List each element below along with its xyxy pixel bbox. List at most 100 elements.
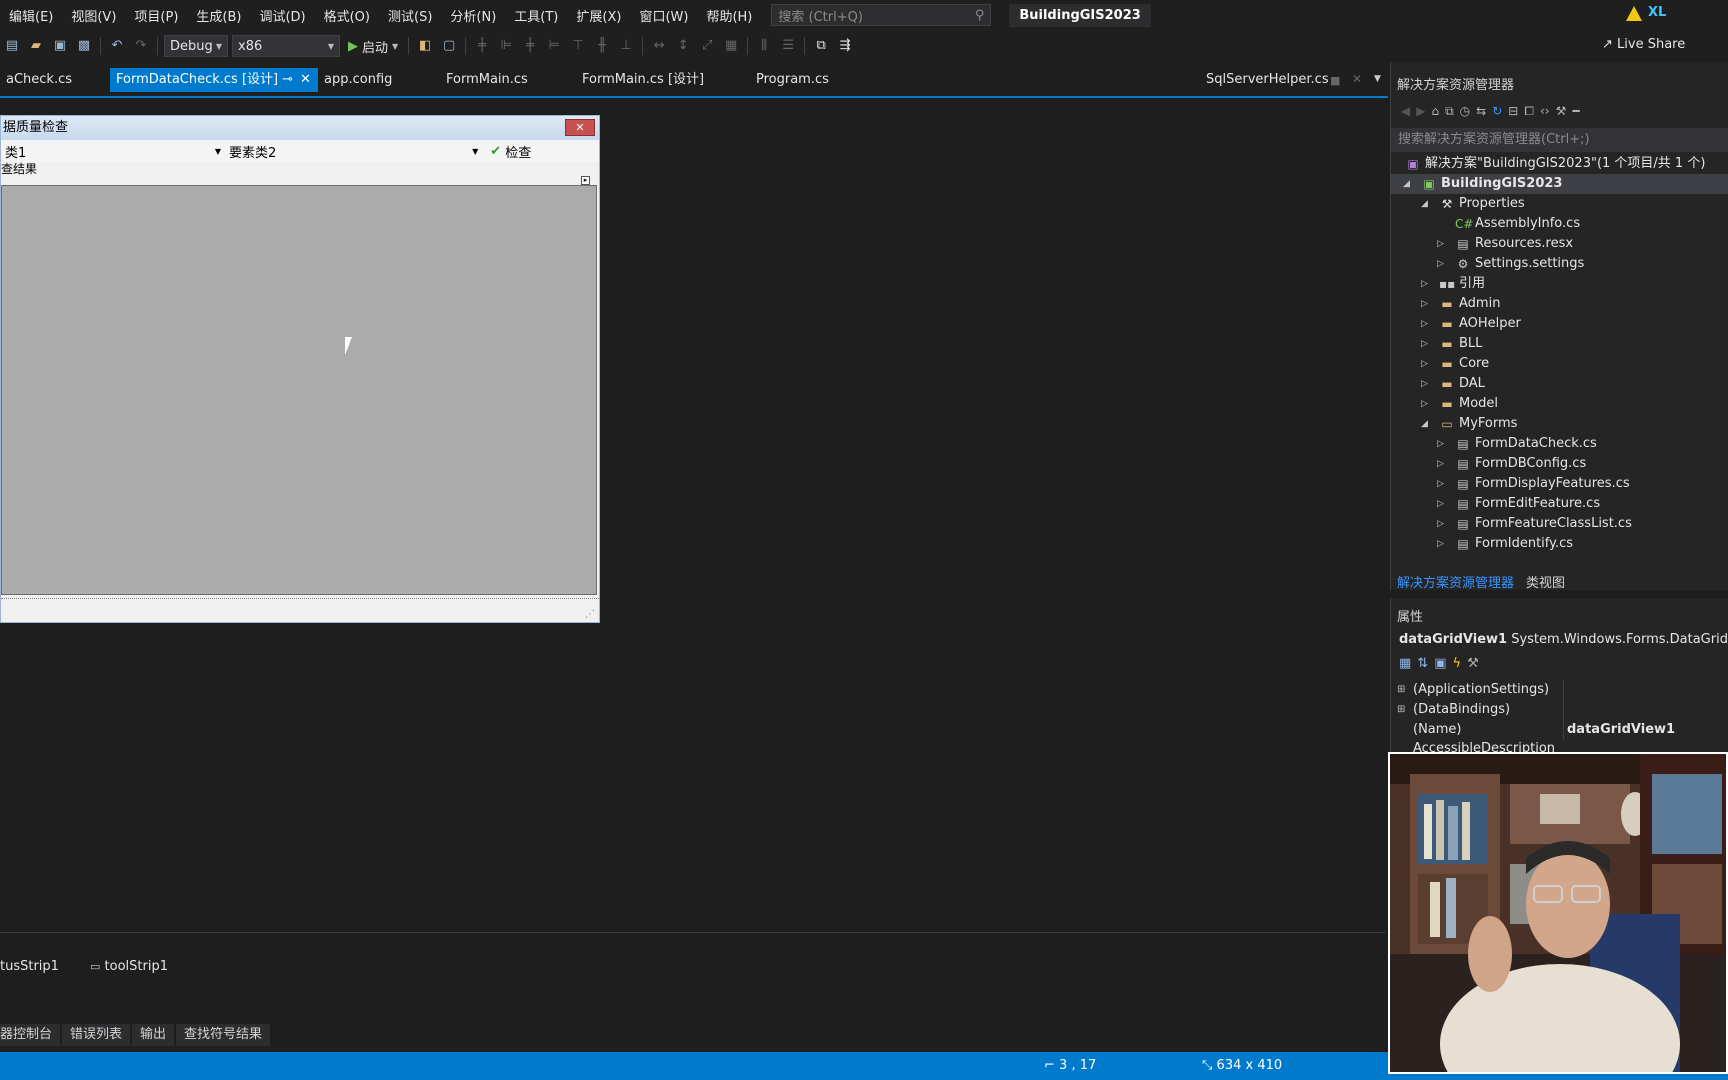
warning-icon[interactable] xyxy=(1626,6,1642,21)
property-row[interactable]: (Name) dataGridView1 xyxy=(1391,720,1728,740)
horizontal-spacing-icon[interactable]: ⫼ xyxy=(756,39,772,53)
tree-formeditfeature[interactable]: ▷ ▤ FormEditFeature.cs xyxy=(1437,494,1600,514)
check-button[interactable]: 检查 xyxy=(505,142,531,161)
menu-edit[interactable]: 编辑(E) xyxy=(0,6,62,25)
expand-icon[interactable]: ▷ xyxy=(1421,334,1433,354)
tab-formmain-cs[interactable]: FormMain.cs xyxy=(440,68,534,92)
expand-icon[interactable]: ▷ xyxy=(1421,394,1433,414)
expand-icon[interactable]: ▷ xyxy=(1437,434,1449,454)
tree-resources[interactable]: ▷ ▤ Resources.resx xyxy=(1437,234,1573,254)
menu-extensions[interactable]: 扩展(X) xyxy=(567,6,630,25)
properties-wrench-icon[interactable]: ⚒ xyxy=(1556,104,1567,118)
smart-tag-icon[interactable]: ▸ xyxy=(581,176,590,185)
switch-views-icon[interactable]: ⧉ xyxy=(1445,104,1454,119)
tree-formdbconfig[interactable]: ▷ ▤ FormDBConfig.cs xyxy=(1437,454,1586,474)
open-folder-icon[interactable]: ▰ xyxy=(28,39,44,53)
search-input[interactable]: 搜索 (Ctrl+Q) ⚲ xyxy=(771,4,992,26)
property-pages-icon[interactable]: ⚒ xyxy=(1467,656,1479,671)
expand-icon[interactable]: ▷ xyxy=(1437,494,1449,514)
tree-properties[interactable]: ◢ ⚒ Properties xyxy=(1421,194,1525,214)
tab-formmain-designer[interactable]: FormMain.cs [设计] xyxy=(576,68,710,92)
menu-window[interactable]: 窗口(W) xyxy=(630,6,697,25)
property-row[interactable]: ⊞ (DataBindings) xyxy=(1391,700,1728,720)
feature-class2-combo[interactable]: ▼ xyxy=(282,141,482,161)
property-value[interactable]: dataGridView1 xyxy=(1567,720,1675,740)
designer-form[interactable]: 据质量检查 ✕ 类1 ▼ 要素类2 ▼ ✔ 检查 查结果 ▸ ⋰ xyxy=(0,115,600,623)
tab-sqlserverhelper-cs[interactable]: SqlServerHelper.cs xyxy=(1200,68,1335,92)
resize-grip-icon[interactable]: ⋰ xyxy=(585,609,595,620)
solution-search-input[interactable]: 搜索解决方案资源管理器(Ctrl+;) xyxy=(1391,128,1728,152)
expand-icon[interactable]: ▷ xyxy=(1421,274,1433,294)
tab-app-config[interactable]: app.config xyxy=(318,68,398,92)
pin-icon[interactable]: ⊸ xyxy=(282,68,293,92)
expand-icon[interactable]: ▷ xyxy=(1437,454,1449,474)
tray-statusstrip[interactable]: tusStrip1 xyxy=(0,959,59,974)
expand-icon[interactable]: ▷ xyxy=(1421,314,1433,334)
expand-icon[interactable]: ▷ xyxy=(1421,294,1433,314)
platform-select[interactable]: x86 ▼ xyxy=(232,35,340,57)
expand-icon[interactable]: ▷ xyxy=(1437,474,1449,494)
expand-icon[interactable]: ▷ xyxy=(1437,234,1449,254)
menu-view[interactable]: 视图(V) xyxy=(62,6,125,25)
size-to-grid-icon[interactable]: ▦ xyxy=(723,39,739,53)
tree-formidentify[interactable]: ▷ ▤ FormIdentify.cs xyxy=(1437,534,1573,554)
live-share-button[interactable]: ↗ Live Share xyxy=(1602,37,1685,52)
tree-folder-aohelper[interactable]: ▷ ▬ AOHelper xyxy=(1421,314,1521,334)
new-item-icon[interactable]: ▤ xyxy=(4,39,20,53)
expand-icon[interactable]: ▷ xyxy=(1437,254,1449,274)
expand-plus-icon[interactable]: ⊞ xyxy=(1397,700,1405,720)
screenshot-icon[interactable]: ▢ xyxy=(441,39,457,53)
same-size-icon[interactable]: ⤢ xyxy=(699,39,715,53)
tab-output[interactable]: 输出 xyxy=(132,1024,175,1046)
tab-order-icon[interactable]: ⇶ xyxy=(837,39,853,53)
vertical-spacing-icon[interactable]: ☰ xyxy=(780,39,796,53)
same-height-icon[interactable]: ↕ xyxy=(675,39,691,53)
properties-object-selector[interactable]: dataGridView1 System.Windows.Forms.DataG… xyxy=(1399,632,1728,647)
expand-icon[interactable]: ▷ xyxy=(1437,514,1449,534)
user-avatar[interactable]: XL xyxy=(1648,5,1670,25)
menu-format[interactable]: 格式(O) xyxy=(315,6,379,25)
align-middle-icon[interactable]: ╫ xyxy=(594,39,610,53)
alphabetical-icon[interactable]: ⇅ xyxy=(1417,656,1428,671)
close-icon[interactable]: ✕ xyxy=(1352,72,1362,86)
tab-overflow-icon[interactable]: ▼ xyxy=(1374,74,1381,84)
categorized-icon[interactable]: ▦ xyxy=(1399,656,1411,671)
align-top-icon[interactable]: ⊤ xyxy=(570,39,586,53)
refresh-icon[interactable]: ↻ xyxy=(1492,104,1502,118)
property-row[interactable]: ⊞ (ApplicationSettings) xyxy=(1391,680,1728,700)
tree-references[interactable]: ▷ ▪▪ 引用 xyxy=(1421,274,1485,294)
minimize-icon[interactable]: ━ xyxy=(1572,104,1579,118)
bring-to-front-icon[interactable]: ⧉ xyxy=(813,39,829,53)
align-left-icon[interactable]: ⊫ xyxy=(498,39,514,53)
tree-folder-core[interactable]: ▷ ▬ Core xyxy=(1421,354,1489,374)
tree-folder-myforms[interactable]: ◢ ▭ MyForms xyxy=(1421,414,1517,434)
tree-project[interactable]: ◢ ▣ BuildingGIS2023 xyxy=(1391,174,1728,194)
close-icon[interactable]: ✕ xyxy=(565,119,595,136)
pin-icon[interactable]: ■ xyxy=(1330,74,1340,87)
expand-icon[interactable]: ▷ xyxy=(1421,354,1433,374)
code-view-icon[interactable]: ‹› xyxy=(1540,104,1550,118)
tree-assemblyinfo[interactable]: C# AssemblyInfo.cs xyxy=(1455,214,1580,234)
save-icon[interactable]: ▣ xyxy=(52,39,68,53)
close-icon[interactable]: ✕ xyxy=(300,68,311,92)
back-icon[interactable]: ◀ xyxy=(1401,104,1410,118)
expand-plus-icon[interactable]: ⊞ xyxy=(1397,680,1405,700)
tab-formdatacheck-designer[interactable]: FormDataCheck.cs [设计] ⊸ ✕ xyxy=(110,68,318,92)
same-width-icon[interactable]: ↔ xyxy=(651,39,667,53)
forward-icon[interactable]: ▶ xyxy=(1416,104,1425,118)
collapse-icon[interactable]: ◢ xyxy=(1403,174,1415,194)
show-all-files-icon[interactable]: ⧠ xyxy=(1524,104,1534,119)
save-all-icon[interactable]: ▩ xyxy=(76,39,92,53)
properties-icon[interactable]: ▣ xyxy=(1434,656,1446,671)
menu-build[interactable]: 生成(B) xyxy=(187,6,250,25)
tab-solution-explorer[interactable]: 解决方案资源管理器 xyxy=(1391,572,1520,591)
tree-solution[interactable]: ▣ 解决方案"BuildingGIS2023"(1 个项目/共 1 个) xyxy=(1405,154,1705,174)
tree-formdatacheck[interactable]: ▷ ▤ FormDataCheck.cs xyxy=(1437,434,1597,454)
property-row[interactable]: AccessibleDescription xyxy=(1391,740,1728,752)
tree-folder-model[interactable]: ▷ ▬ Model xyxy=(1421,394,1498,414)
events-icon[interactable]: ϟ xyxy=(1453,656,1462,671)
tree-formdisplayfeatures[interactable]: ▷ ▤ FormDisplayFeatures.cs xyxy=(1437,474,1630,494)
expand-icon[interactable]: ▷ xyxy=(1437,534,1449,554)
menu-debug[interactable]: 调试(D) xyxy=(250,6,314,25)
undo-icon[interactable]: ↶ xyxy=(109,39,125,53)
